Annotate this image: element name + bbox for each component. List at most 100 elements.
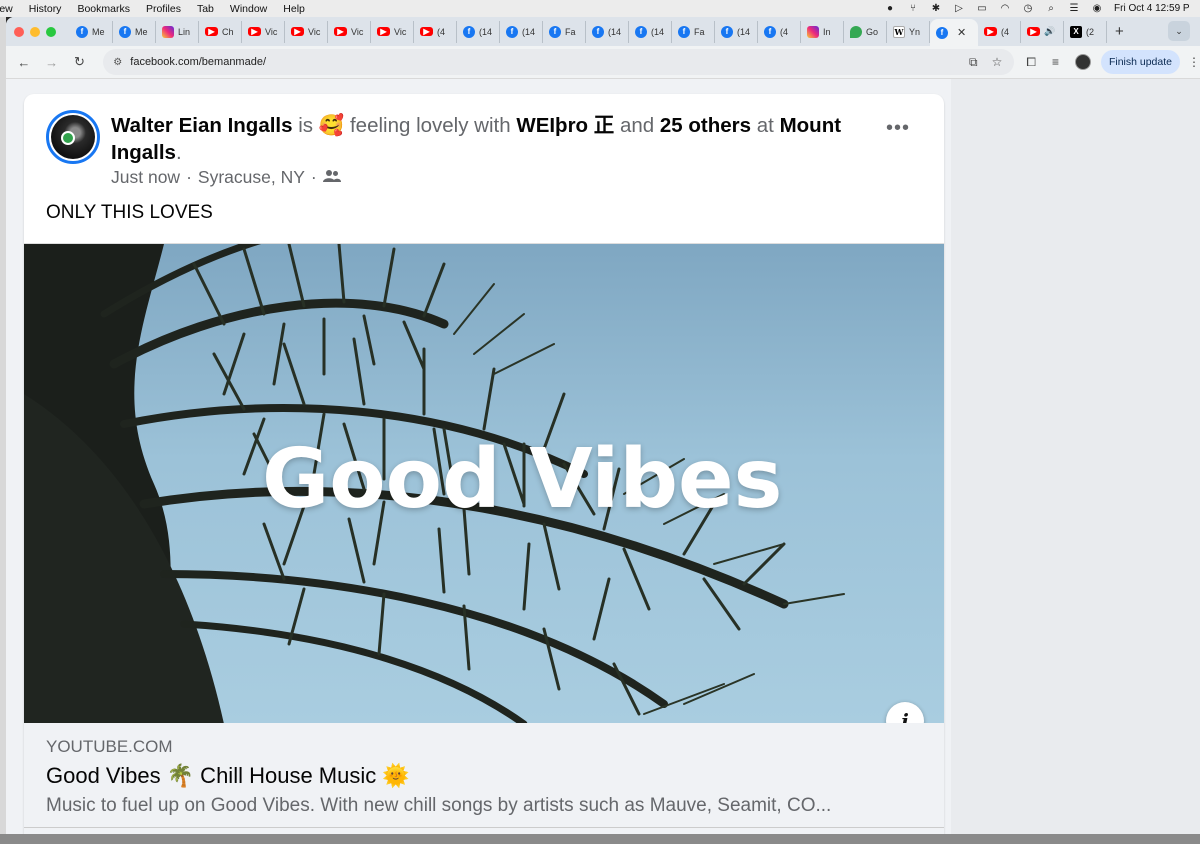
browser-tab[interactable]: ▶ Vic bbox=[242, 20, 285, 43]
browser-tab[interactable]: W Yn bbox=[887, 20, 930, 43]
bluetooth-icon[interactable]: ✱ bbox=[930, 3, 942, 14]
tab-title: (4 bbox=[1001, 26, 1010, 37]
siri-icon[interactable]: ◉ bbox=[1091, 3, 1103, 14]
tab-title: Vic bbox=[265, 26, 278, 37]
wifi-icon[interactable]: ◠ bbox=[999, 3, 1011, 14]
desktop-bottom-strip bbox=[0, 834, 1200, 844]
tab-strip: f Me f Me Lin ▶ Ch ▶ Vic ▶ Vic ▶ Vic ▶ Vic ▶ (4 f (14 f (14 f… bbox=[70, 17, 1124, 46]
link-title[interactable]: Good Vibes 🌴 Chill House Music 🌞 bbox=[46, 763, 410, 789]
control-center-icon[interactable]: ☰ bbox=[1068, 3, 1080, 14]
tagged-others[interactable]: 25 others bbox=[660, 114, 751, 137]
browser-tab[interactable]: X (2 bbox=[1064, 20, 1107, 43]
reload-button[interactable]: ↻ bbox=[68, 50, 92, 74]
meta-dot: · bbox=[186, 167, 192, 187]
browser-tab[interactable]: ▶ Vic bbox=[285, 20, 328, 43]
browser-tab[interactable]: f (14 bbox=[586, 20, 629, 43]
reading-list-icon[interactable]: ≡ bbox=[1052, 55, 1059, 69]
browser-tab[interactable]: f Fa bbox=[543, 20, 586, 43]
tab-title: (14 bbox=[651, 26, 665, 37]
page-content: Walter Eian Ingalls is 🥰 feeling lovely … bbox=[6, 79, 1200, 844]
tab-search-button[interactable]: ⌄ bbox=[1168, 21, 1190, 41]
friends-audience-icon[interactable] bbox=[322, 167, 341, 188]
macos-menubar: iew History Bookmarks Profiles Tab Windo… bbox=[0, 0, 1200, 17]
facebook-icon: f bbox=[76, 25, 88, 38]
menubar-clock[interactable]: Fri Oct 4 12:59 P bbox=[1114, 3, 1194, 14]
post-location[interactable]: Syracuse, NY bbox=[198, 167, 305, 188]
tab-title: (14 bbox=[737, 26, 751, 37]
forward-button[interactable]: → bbox=[40, 50, 64, 74]
youtube-icon: ▶ bbox=[1027, 27, 1040, 36]
wikipedia-icon: W bbox=[893, 25, 905, 38]
browser-tab[interactable]: Lin bbox=[156, 20, 199, 43]
browser-tab[interactable]: f Me bbox=[113, 20, 156, 43]
menu-profiles[interactable]: Profiles bbox=[146, 3, 181, 15]
menu-bookmarks[interactable]: Bookmarks bbox=[77, 3, 130, 15]
github-icon[interactable]: ● bbox=[884, 3, 896, 14]
close-tab-icon[interactable]: ✕ bbox=[957, 26, 966, 39]
browser-tab[interactable]: Go bbox=[844, 20, 887, 43]
install-app-icon[interactable]: ⧉ bbox=[969, 55, 978, 70]
tab-title: 🔊 bbox=[1044, 26, 1056, 36]
post-time[interactable]: Just now bbox=[111, 167, 180, 188]
bookmark-star-icon[interactable]: ☆ bbox=[992, 55, 1003, 70]
finish-update-button[interactable]: Finish update bbox=[1100, 50, 1180, 74]
spotlight-icon[interactable]: ⌕ bbox=[1045, 3, 1057, 14]
new-tab-button[interactable]: + bbox=[1115, 23, 1124, 40]
zoom-window-button[interactable] bbox=[46, 26, 56, 37]
tab-active-facebook[interactable]: f ✕ bbox=[930, 19, 978, 46]
browser-tab[interactable]: f (14 bbox=[715, 20, 758, 43]
menu-tab[interactable]: Tab bbox=[197, 3, 214, 15]
status-tray: ● ⑂ ✱ ▷ ▭ ◠ ◷ ⌕ ☰ ◉ Fri Oct 4 12:59 P bbox=[884, 3, 1200, 14]
facebook-icon: f bbox=[592, 25, 604, 38]
browser-tab[interactable]: f Fa bbox=[672, 20, 715, 43]
browser-tab[interactable]: ▶ Vic bbox=[328, 20, 371, 43]
tab-title: Fa bbox=[565, 26, 576, 37]
youtube-icon: ▶ bbox=[334, 27, 347, 36]
x-icon: X bbox=[1070, 25, 1082, 38]
url-text[interactable]: facebook.com/bemanmade/ bbox=[130, 56, 266, 68]
menu-view[interactable]: iew bbox=[0, 3, 13, 15]
browser-tab[interactable]: f (14 bbox=[500, 20, 543, 43]
author-name[interactable]: Walter Eian Ingalls bbox=[111, 114, 293, 137]
play-icon[interactable]: ▷ bbox=[953, 3, 965, 14]
post-options-button[interactable]: ••• bbox=[880, 118, 916, 142]
address-bar[interactable]: ⚙ facebook.com/bemanmade/ ⧉ ☆ bbox=[103, 49, 1015, 75]
browser-tab[interactable]: ▶ 🔊 bbox=[1021, 20, 1064, 43]
close-window-button[interactable] bbox=[14, 26, 24, 37]
tab-bar: f Me f Me Lin ▶ Ch ▶ Vic ▶ Vic ▶ Vic ▶ Vic ▶ (4 f (14 f (14 f… bbox=[6, 17, 1200, 46]
feeling-text: feeling lovely with bbox=[349, 114, 511, 137]
browser-tab[interactable]: ▶ Ch bbox=[199, 20, 242, 43]
browser-tab[interactable]: ▶ (4 bbox=[414, 20, 457, 43]
app-menu: iew History Bookmarks Profiles Tab Windo… bbox=[0, 3, 321, 15]
minimize-window-button[interactable] bbox=[30, 26, 40, 37]
tab-title: In bbox=[823, 26, 831, 37]
tab-title: Me bbox=[92, 26, 105, 37]
chrome-menu-icon[interactable]: ⋮ bbox=[1188, 55, 1200, 69]
browser-tab[interactable]: In bbox=[801, 20, 844, 43]
browser-tab[interactable]: f (14 bbox=[457, 20, 500, 43]
back-button[interactable]: ← bbox=[12, 50, 36, 74]
browser-tab[interactable]: f (14 bbox=[629, 20, 672, 43]
instagram-icon bbox=[162, 25, 174, 38]
omnibox-actions: ⧉ ☆ bbox=[969, 55, 1014, 70]
tab-title: (14 bbox=[608, 26, 622, 37]
menu-history[interactable]: History bbox=[29, 3, 62, 15]
tuning-fork-icon[interactable]: ⑂ bbox=[907, 3, 919, 14]
facebook-icon: f bbox=[549, 25, 561, 38]
post-card: Walter Eian Ingalls is 🥰 feeling lovely … bbox=[24, 94, 944, 844]
feeling-emoji: 🥰 bbox=[318, 114, 345, 137]
link-preview-details[interactable]: YOUTUBE.COM Good Vibes 🌴 Chill House Mus… bbox=[24, 723, 944, 844]
extensions-icon[interactable]: ⧠ bbox=[1026, 55, 1036, 70]
browser-tab[interactable]: ▶ (4 bbox=[978, 20, 1021, 43]
time-machine-icon[interactable]: ◷ bbox=[1022, 3, 1034, 14]
battery-icon[interactable]: ▭ bbox=[976, 3, 988, 14]
browser-tab[interactable]: ▶ Vic bbox=[371, 20, 414, 43]
site-settings-icon[interactable]: ⚙ bbox=[113, 57, 122, 68]
menu-window[interactable]: Window bbox=[230, 3, 267, 15]
browser-tab[interactable]: f Me bbox=[70, 20, 113, 43]
tagged-person[interactable]: WEIþro 正 bbox=[516, 114, 614, 137]
profile-avatar[interactable] bbox=[1074, 54, 1091, 70]
link-preview-image[interactable]: Good Vibes bbox=[24, 243, 944, 723]
browser-tab[interactable]: f (4 bbox=[758, 20, 801, 43]
menu-help[interactable]: Help bbox=[283, 3, 305, 15]
